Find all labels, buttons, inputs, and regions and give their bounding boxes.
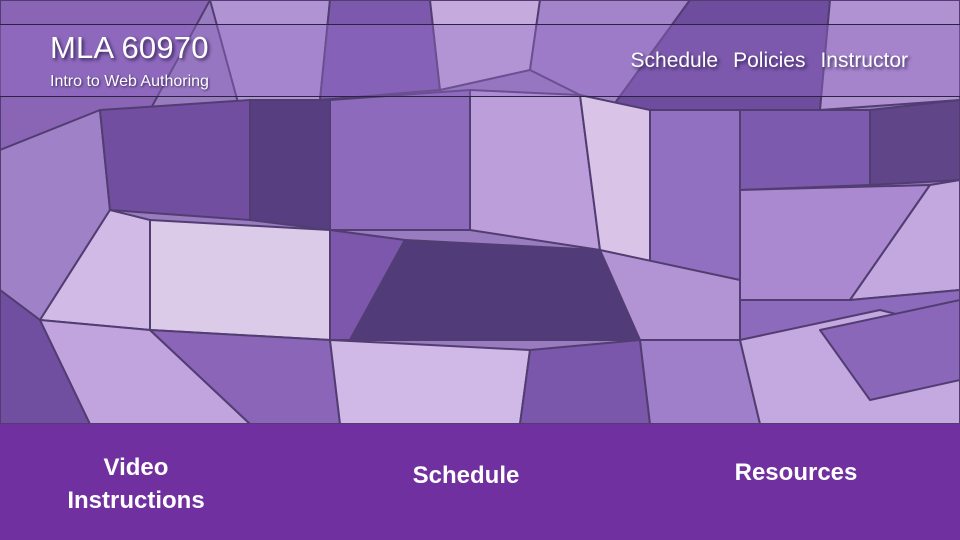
course-code-title: MLA 60970 bbox=[50, 30, 209, 65]
video-instructions-button[interactable]: Video Instructions bbox=[36, 451, 236, 517]
video-instructions-label-line1: Video bbox=[103, 454, 169, 481]
nav-link-schedule[interactable]: Schedule bbox=[631, 49, 719, 73]
course-subtitle: Intro to Web Authoring bbox=[50, 73, 209, 90]
video-instructions-label-line2: Instructions bbox=[67, 487, 205, 514]
top-nav: Schedule Policies Instructor bbox=[631, 49, 908, 73]
nav-link-policies[interactable]: Policies bbox=[733, 49, 805, 73]
nav-link-instructor[interactable]: Instructor bbox=[820, 49, 908, 73]
schedule-button[interactable]: Schedule bbox=[386, 459, 546, 492]
action-bar: Video Instructions Schedule Resources bbox=[0, 424, 960, 540]
site-header: MLA 60970 Intro to Web Authoring Schedul… bbox=[0, 24, 960, 97]
resources-button[interactable]: Resources bbox=[706, 456, 886, 489]
